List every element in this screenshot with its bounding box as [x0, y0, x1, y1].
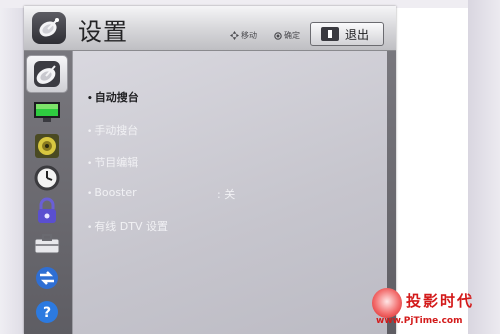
sidebar-item-time[interactable]: [30, 163, 64, 193]
bullet: •: [87, 127, 93, 137]
toolbox-icon: [34, 234, 60, 254]
monitor-icon: [34, 102, 60, 122]
bullet: •: [87, 189, 93, 199]
satellite-icon: [34, 61, 60, 87]
sidebar-item-lock[interactable]: [30, 196, 64, 226]
menu-item-auto-tuning[interactable]: • 自动搜台: [87, 89, 139, 105]
watermark-name: 投影时代: [406, 292, 475, 310]
settings-osd-window: 设置 移动 确定 退出 ? • 自动搜台 • 手动搜台 • 节目编辑 • Boo…: [24, 6, 396, 334]
menu-item-label: 手动搜台: [94, 124, 139, 137]
exit-label: 退出: [345, 28, 370, 42]
dpad-icon: [230, 31, 239, 40]
lock-icon: [38, 197, 56, 223]
category-sidebar: ?: [24, 51, 72, 334]
watermark-logo: 投影时代 www.PjTime.com: [366, 288, 500, 334]
hint-move-label: 移动: [241, 31, 257, 40]
svg-text:?: ?: [43, 305, 51, 321]
menu-item-manual-tuning[interactable]: • 手动搜台: [87, 122, 138, 138]
speaker-icon: [35, 134, 59, 158]
menu-item-booster[interactable]: • Booster : 关: [87, 186, 287, 201]
page-title: 设置: [78, 18, 128, 46]
header-bar: 设置 移动 确定 退出: [24, 6, 396, 51]
bullet: •: [87, 223, 93, 233]
hint-ok: 确定: [274, 30, 300, 41]
menu-item-cable-dtv-setting[interactable]: • 有线 DTV 设置: [87, 218, 168, 234]
hint-move: 移动: [230, 30, 257, 41]
menu-item-label: 节目编辑: [94, 156, 139, 169]
exit-button[interactable]: 退出: [310, 22, 384, 46]
clock-icon: [34, 165, 60, 191]
hint-ok-label: 确定: [284, 31, 300, 40]
help-icon: ?: [36, 301, 58, 323]
background-left: [0, 0, 24, 334]
sidebar-item-network[interactable]: [30, 263, 64, 293]
sidebar-item-help[interactable]: ?: [30, 297, 64, 327]
menu-item-label: 自动搜台: [94, 91, 139, 104]
menu-item-programme-edit[interactable]: • 节目编辑: [87, 154, 138, 170]
booster-value: : 关: [217, 188, 236, 201]
projector-logo-icon: [372, 288, 402, 318]
sidebar-item-audio[interactable]: [30, 131, 64, 161]
ok-circle-icon: [274, 31, 282, 40]
sidebar-item-channel[interactable]: [26, 55, 68, 93]
sidebar-item-picture[interactable]: [30, 97, 64, 127]
settings-satellite-icon: [32, 12, 66, 44]
menu-panel: • 自动搜台 • 手动搜台 • 节目编辑 • Booster : 关 • 有线 DTV 设…: [72, 51, 387, 334]
menu-item-label: Booster: [94, 186, 137, 199]
bullet: •: [87, 159, 93, 169]
network-icon: [36, 267, 58, 289]
menu-item-label: 有线 DTV 设置: [94, 220, 169, 233]
background-right: [468, 0, 500, 334]
sidebar-item-option[interactable]: [30, 229, 64, 259]
exit-key-icon: [321, 27, 339, 41]
bullet: •: [87, 94, 93, 104]
watermark-url: www.PjTime.com: [376, 316, 463, 326]
